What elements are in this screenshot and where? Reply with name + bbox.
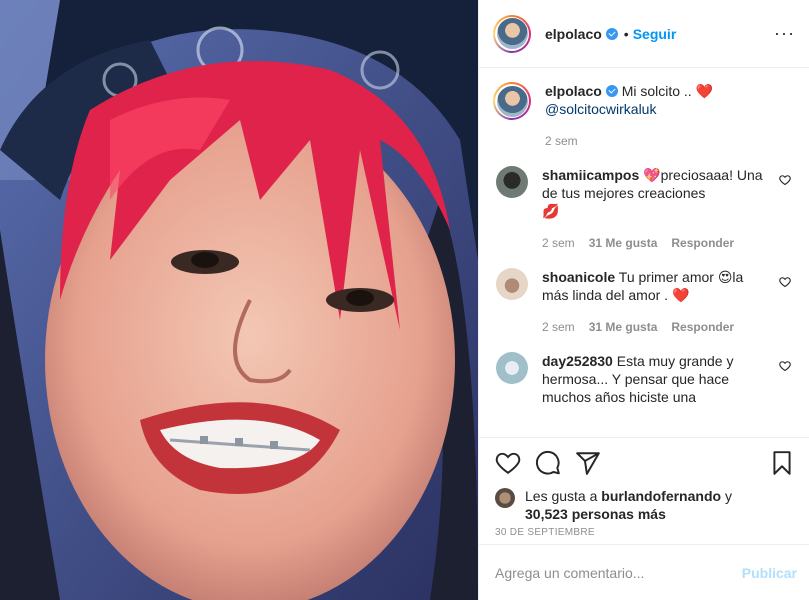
post-photo[interactable] [0, 0, 478, 600]
post-caption: elpolaco Mi solcito .. ❤️ @solcitocwirka… [493, 82, 793, 150]
comment-item: day252830 Esta muy grande y hermosa... Y… [493, 352, 793, 406]
comment-time[interactable]: 2 sem [542, 234, 575, 252]
comment-like-heart-icon[interactable] [779, 174, 793, 188]
post-modal: elpolaco • Seguir ··· elpolaco Mi solcit… [0, 0, 809, 600]
comment-like-heart-icon[interactable] [779, 360, 793, 374]
comment-username[interactable]: shamiicampos [542, 167, 639, 183]
post-actions-bar [479, 437, 809, 487]
liker-username[interactable]: burlandofernando [601, 488, 721, 504]
reply-button[interactable]: Responder [671, 318, 734, 336]
commenter-avatar[interactable] [496, 352, 528, 384]
comment-username[interactable]: day252830 [542, 353, 613, 369]
comment-emoji-prefix: 💖 [643, 167, 661, 183]
verified-badge-icon [605, 27, 618, 40]
author-username[interactable]: elpolaco [545, 26, 602, 42]
comment-item: shamiicampos 💖preciosaaa! Una de tus mej… [493, 166, 793, 252]
comment-like-heart-icon[interactable] [779, 276, 793, 290]
commenter-avatar[interactable] [496, 166, 528, 198]
post-date[interactable]: 30 DE SEPTIEMBRE [479, 523, 809, 538]
likes-connector: y [721, 488, 732, 504]
comment-username[interactable]: shoanicole [542, 269, 615, 285]
post-sidebar: elpolaco • Seguir ··· elpolaco Mi solcit… [478, 0, 809, 600]
comments-list[interactable]: elpolaco Mi solcito .. ❤️ @solcitocwirka… [479, 68, 809, 437]
caption-text: Mi solcito .. [621, 83, 696, 99]
likes-count[interactable]: 30,523 personas más [525, 506, 666, 522]
heart-emoji: ❤️ [695, 83, 714, 99]
add-comment-bar: Publicar [479, 544, 809, 600]
comment-emoji-suffix: ❤️ [671, 287, 690, 303]
comment-time[interactable]: 2 sem [542, 318, 575, 336]
liker-avatar[interactable] [495, 488, 515, 508]
likes-prefix: Les gusta a [525, 488, 602, 504]
save-bookmark-icon[interactable] [769, 450, 795, 476]
comment-item: shoanicole Tu primer amor 😍la más linda … [493, 268, 793, 336]
more-options-icon[interactable]: ··· [774, 23, 795, 44]
author-avatar[interactable] [493, 14, 531, 53]
likes-summary: Les gusta a burlandofernando y 30,523 pe… [479, 487, 809, 523]
commenter-avatar[interactable] [496, 268, 528, 300]
publish-button[interactable]: Publicar [742, 565, 797, 581]
post-header: elpolaco • Seguir ··· [479, 0, 809, 68]
girl-selfie-image [0, 0, 478, 600]
caption-mention-link[interactable]: @solcitocwirkaluk [545, 101, 656, 117]
follow-button[interactable]: Seguir [633, 26, 677, 42]
separator-dot: • [623, 25, 629, 42]
reply-button[interactable]: Responder [671, 234, 734, 252]
like-heart-icon[interactable] [495, 450, 521, 476]
caption-username[interactable]: elpolaco [545, 83, 602, 99]
comment-likes[interactable]: 31 Me gusta [589, 234, 658, 252]
verified-badge-icon [605, 85, 618, 97]
comment-icon[interactable] [535, 450, 561, 476]
comment-emoji-suffix: 💋 [542, 203, 560, 219]
share-paper-plane-icon[interactable] [575, 450, 601, 476]
caption-time[interactable]: 2 sem [545, 132, 578, 150]
comment-likes[interactable]: 31 Me gusta [589, 318, 658, 336]
caption-avatar[interactable] [493, 82, 531, 120]
comment-input[interactable] [495, 564, 742, 581]
